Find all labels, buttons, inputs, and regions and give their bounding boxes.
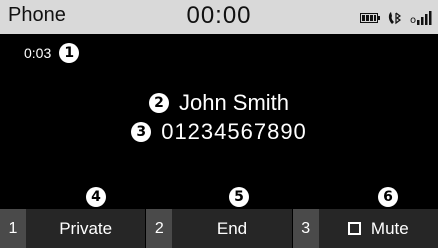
mute-checkbox[interactable] <box>347 222 361 235</box>
callout-marker-2: 2 <box>148 93 169 113</box>
callout-marker-6: 6 <box>378 187 398 207</box>
status-icons: o <box>360 8 432 28</box>
private-label: Private <box>59 218 113 238</box>
phone-call-screen: Phone 00:00 o 0:03 1 2 John Smith 3 0123… <box>0 0 438 248</box>
end-call-button[interactable]: 2 End <box>146 209 293 248</box>
mute-label: Mute <box>370 218 409 238</box>
callout-marker-1: 1 <box>59 43 80 63</box>
bluetooth-handsfree-icon <box>386 9 404 27</box>
svg-text:o: o <box>410 15 416 26</box>
callout-marker-4: 4 <box>86 187 106 207</box>
phone-number: 01234567890 <box>161 119 307 144</box>
softkey-number: 2 <box>146 209 173 248</box>
signal-strength-icon: o <box>410 10 432 26</box>
call-duration-row: 0:03 1 <box>24 43 80 63</box>
softkey-number: 3 <box>292 209 319 248</box>
call-duration: 0:03 <box>24 45 52 61</box>
caller-name: John Smith <box>178 90 290 115</box>
end-label: End <box>216 218 248 238</box>
status-bar: Phone 00:00 o <box>0 0 438 36</box>
mute-button[interactable]: 3 Mute <box>292 209 438 248</box>
callout-marker-3: 3 <box>131 122 152 142</box>
caller-name-row: 2 John Smith <box>0 90 438 116</box>
softkey-number: 1 <box>0 209 26 248</box>
softkey-callouts: 4 5 6 <box>0 187 438 209</box>
phone-number-row: 3 01234567890 <box>0 119 438 145</box>
softkey-bar: 1 Private 2 End 3 Mute <box>0 209 438 248</box>
callout-marker-5: 5 <box>229 187 249 207</box>
private-button[interactable]: 1 Private <box>0 209 147 248</box>
battery-icon <box>360 13 380 23</box>
